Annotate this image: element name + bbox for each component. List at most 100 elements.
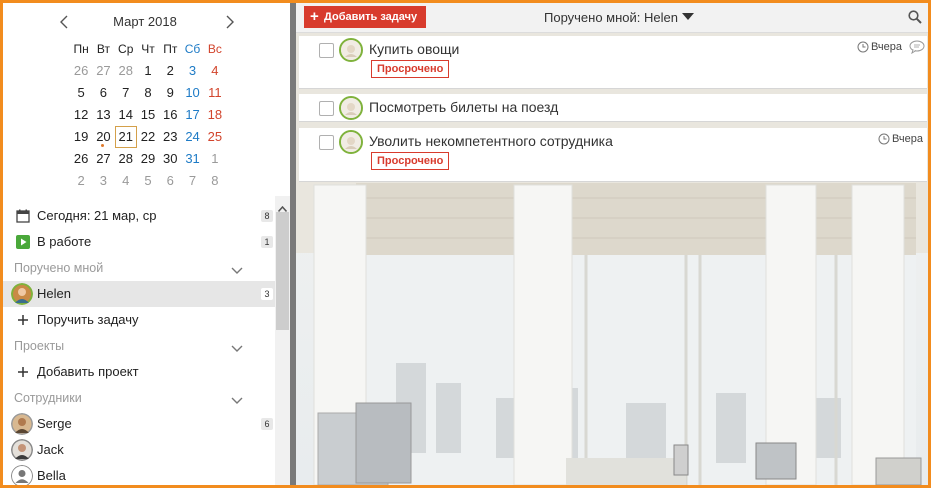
calendar-day[interactable]: 25 bbox=[204, 126, 226, 148]
calendar-day[interactable]: 20 bbox=[92, 126, 114, 148]
calendar-day[interactable]: 1 bbox=[204, 148, 226, 170]
weekday-label: Вт bbox=[96, 42, 110, 56]
due-label: Вчера bbox=[870, 41, 902, 53]
calendar-month-title[interactable]: Март 2018 bbox=[75, 13, 215, 31]
task-avatar bbox=[339, 130, 363, 154]
calendar-day[interactable]: 5 bbox=[137, 170, 159, 192]
sidebar-item-helen[interactable]: Helen 3 bbox=[3, 281, 275, 307]
next-month-chevron-icon[interactable] bbox=[221, 13, 237, 31]
section-projects[interactable]: Проекты bbox=[3, 333, 275, 359]
calendar-day[interactable]: 13 bbox=[92, 104, 114, 126]
search-icon[interactable] bbox=[908, 10, 922, 27]
section-employees[interactable]: Сотрудники bbox=[3, 385, 275, 411]
calendar-day[interactable]: 28 bbox=[115, 60, 137, 82]
calendar-day[interactable]: 9 bbox=[159, 82, 181, 104]
calendar-icon bbox=[14, 207, 32, 225]
sidebar-item-bella[interactable]: Bella bbox=[3, 463, 275, 485]
task-checkbox[interactable] bbox=[319, 101, 334, 116]
avatar-bella bbox=[11, 465, 33, 485]
calendar-day[interactable]: 14 bbox=[115, 104, 137, 126]
chevron-down-icon[interactable] bbox=[231, 341, 243, 356]
prev-month-chevron-icon[interactable] bbox=[57, 13, 73, 31]
sidebar-item-in-progress[interactable]: В работе 1 bbox=[3, 229, 275, 255]
calendar-day[interactable]: 19 bbox=[70, 126, 92, 148]
add-task-button[interactable]: + Добавить задачу bbox=[304, 6, 426, 28]
assigned-filter-dropdown[interactable]: Поручено мной: Helen bbox=[544, 9, 694, 27]
event-dot bbox=[101, 144, 105, 147]
calendar-day-today[interactable]: 21 bbox=[114, 126, 137, 148]
calendar-day[interactable]: 1 bbox=[137, 60, 159, 82]
weekday-label: Пт bbox=[163, 42, 178, 56]
sidebar-item-serge[interactable]: Serge 6 bbox=[3, 411, 275, 437]
due-date: Вчера bbox=[857, 40, 902, 54]
chevron-down-icon[interactable] bbox=[231, 393, 243, 408]
task-checkbox[interactable] bbox=[319, 135, 334, 150]
calendar-day[interactable]: 29 bbox=[137, 148, 159, 170]
calendar-day[interactable]: 4 bbox=[115, 170, 137, 192]
calendar-day[interactable]: 4 bbox=[204, 60, 226, 82]
sidebar-item-assign-task[interactable]: Поручить задачу bbox=[3, 307, 275, 333]
task-checkbox[interactable] bbox=[319, 43, 334, 58]
sidebar-item-jack[interactable]: Jack bbox=[3, 437, 275, 463]
task-row[interactable]: Посмотреть билеты на поезд bbox=[299, 94, 927, 122]
calendar-day[interactable]: 2 bbox=[70, 170, 92, 192]
sidebar-item-add-project[interactable]: Добавить проект bbox=[3, 359, 275, 385]
calendar-grid: Пн Вт Ср Чт Пт Сб Вс 26 27 28 1 2 3 4 5 6 7 8 9 10 11… bbox=[70, 38, 226, 192]
section-title: Поручено мной bbox=[14, 261, 104, 275]
sidebar-scrollbar[interactable] bbox=[275, 196, 290, 485]
count-badge: 1 bbox=[261, 236, 273, 248]
clock-icon bbox=[857, 41, 869, 53]
calendar-day[interactable]: 30 bbox=[159, 148, 181, 170]
calendar-day[interactable]: 7 bbox=[115, 82, 137, 104]
overdue-badge: Просрочено bbox=[371, 60, 450, 78]
weekday-label: Вс bbox=[207, 42, 222, 56]
weekday-label: Чт bbox=[141, 42, 155, 56]
calendar-day[interactable]: 7 bbox=[181, 170, 203, 192]
calendar-day[interactable]: 15 bbox=[137, 104, 159, 126]
calendar-day[interactable]: 3 bbox=[181, 60, 203, 82]
calendar-day[interactable]: 5 bbox=[70, 82, 92, 104]
calendar-header: Март 2018 bbox=[51, 13, 239, 31]
calendar-day[interactable]: 2 bbox=[159, 60, 181, 82]
mini-calendar: Март 2018 Пн Вт Ср Чт Пт Сб Вс 26 27 28 1 2 3… bbox=[3, 3, 290, 198]
task-title[interactable]: Посмотреть билеты на поезд bbox=[369, 98, 558, 116]
calendar-day[interactable]: 11 bbox=[204, 82, 226, 104]
calendar-day[interactable]: 22 bbox=[137, 126, 159, 148]
calendar-week-row: 19 20 21 22 23 24 25 bbox=[70, 126, 226, 148]
plus-icon: + bbox=[310, 8, 319, 25]
calendar-day[interactable]: 16 bbox=[159, 104, 181, 126]
calendar-day[interactable]: 26 bbox=[70, 60, 92, 82]
section-title: Сотрудники bbox=[14, 391, 82, 405]
calendar-day[interactable]: 23 bbox=[159, 126, 181, 148]
calendar-day[interactable]: 3 bbox=[92, 170, 114, 192]
calendar-day[interactable]: 8 bbox=[204, 170, 226, 192]
calendar-day[interactable]: 6 bbox=[92, 82, 114, 104]
sidebar-item-label: Serge bbox=[37, 416, 72, 431]
scrollbar-thumb[interactable] bbox=[276, 212, 289, 330]
calendar-day[interactable]: 31 bbox=[181, 148, 203, 170]
due-date: Вчера bbox=[878, 132, 923, 146]
add-task-label: Добавить задачу bbox=[324, 11, 418, 23]
sidebar-item-today[interactable]: Сегодня: 21 мар, ср 8 bbox=[3, 203, 275, 229]
calendar-day[interactable]: 10 bbox=[181, 82, 203, 104]
chevron-down-icon[interactable] bbox=[231, 263, 243, 278]
section-title: Проекты bbox=[14, 339, 65, 353]
section-assigned-by-me[interactable]: Поручено мной bbox=[3, 255, 275, 281]
calendar-day[interactable]: 8 bbox=[137, 82, 159, 104]
calendar-day[interactable]: 6 bbox=[159, 170, 181, 192]
plus-icon bbox=[14, 311, 32, 329]
calendar-day[interactable]: 12 bbox=[70, 104, 92, 126]
calendar-day[interactable]: 17 bbox=[181, 104, 203, 126]
calendar-day[interactable]: 28 bbox=[115, 148, 137, 170]
task-title[interactable]: Уволить некомпетентного сотрудника bbox=[369, 132, 613, 150]
calendar-day[interactable]: 27 bbox=[92, 148, 114, 170]
calendar-day[interactable]: 27 bbox=[92, 60, 114, 82]
task-row[interactable]: Купить овощи Просрочено Вчера bbox=[299, 36, 927, 89]
comment-icon[interactable] bbox=[909, 40, 925, 57]
calendar-day[interactable]: 18 bbox=[204, 104, 226, 126]
calendar-day[interactable]: 24 bbox=[181, 126, 203, 148]
calendar-day[interactable]: 26 bbox=[70, 148, 92, 170]
weekday-label: Пн bbox=[73, 42, 89, 56]
task-row[interactable]: Уволить некомпетентного сотрудника Проср… bbox=[299, 128, 927, 182]
task-title[interactable]: Купить овощи bbox=[369, 40, 459, 58]
